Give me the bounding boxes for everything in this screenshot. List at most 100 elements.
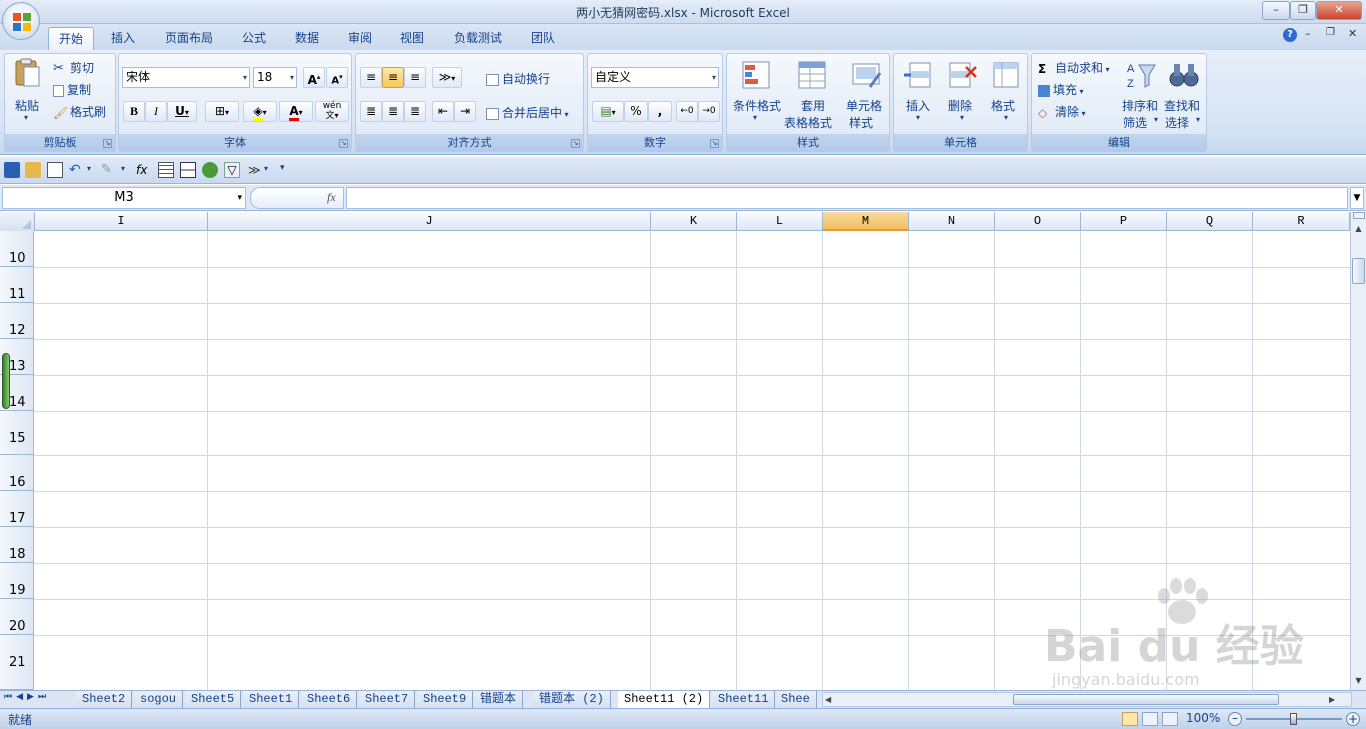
doc-minimize-icon[interactable]: – [1305, 27, 1311, 40]
clear-button[interactable]: ◇ 清除 ▾ [1038, 103, 1086, 120]
sheet-nav-icons[interactable]: ⏮◀▶⏭ [4, 692, 50, 702]
font-color-button[interactable]: A▾ [279, 101, 313, 122]
column-header-R[interactable]: R [1253, 212, 1350, 231]
normal-view-icon[interactable] [1122, 712, 1138, 726]
scroll-right-icon[interactable]: ▶ [1329, 693, 1335, 706]
print-preview-icon[interactable] [47, 162, 63, 178]
tab-team[interactable]: 团队 [521, 27, 565, 50]
row-header-10[interactable]: 10 [0, 231, 34, 267]
row-header-12[interactable]: 12 [0, 303, 34, 339]
sheet-tab-sogou[interactable]: sogou [134, 691, 184, 708]
increase-indent-button[interactable]: ⇥ [454, 101, 476, 122]
page-layout-view-icon[interactable] [1142, 712, 1158, 726]
insert-cells-button[interactable]: 插入 ▾ [898, 57, 938, 127]
align-middle-button[interactable]: ≡ [382, 67, 404, 88]
fill-color-button[interactable]: ◈▾ [243, 101, 277, 122]
tab-formulas[interactable]: 公式 [232, 27, 276, 50]
row-header-15[interactable]: 15 [0, 411, 34, 455]
number-launcher-icon[interactable]: ↘ [710, 139, 719, 148]
sheet-tab-sheet7[interactable]: Sheet7 [359, 691, 416, 708]
scroll-down-icon[interactable]: ▼ [1352, 674, 1365, 688]
sheet-tab-shee[interactable]: Shee [777, 691, 817, 708]
tab-page-layout[interactable]: 页面布局 [155, 27, 223, 50]
orientation-dropdown-icon[interactable]: ▾ [264, 164, 268, 173]
sheet-tab-sheet9[interactable]: Sheet9 [417, 691, 474, 708]
undo-icon[interactable]: ↶ [69, 162, 85, 178]
find-select-button[interactable]: 查找和 选择 ▾ [1162, 57, 1206, 130]
vertical-scrollbar[interactable]: ▲ ▼ [1350, 212, 1366, 690]
split-box-handle[interactable] [1353, 212, 1365, 219]
fx-icon[interactable]: fx [327, 190, 336, 205]
underline-button[interactable]: U▾ [167, 101, 197, 122]
bold-button[interactable]: B [123, 101, 145, 122]
font-size-select[interactable]: 18 ▾ [253, 67, 297, 88]
vertical-scroll-thumb[interactable] [1352, 258, 1365, 284]
customize-qat-icon[interactable]: ▾ [280, 163, 285, 173]
alignment-launcher-icon[interactable]: ↘ [571, 139, 580, 148]
paste-dropdown-icon[interactable]: ▾ [24, 113, 28, 122]
italic-button[interactable]: I [145, 101, 167, 122]
edit-dropdown-icon[interactable]: ▾ [121, 164, 125, 173]
sheet-tab-sheet1[interactable]: Sheet1 [243, 691, 300, 708]
row-header-11[interactable]: 11 [0, 267, 34, 303]
horizontal-scroll-thumb[interactable] [1013, 694, 1279, 705]
sheet-tab-sheet11[interactable]: Sheet11 [712, 691, 776, 708]
tab-view[interactable]: 视图 [390, 27, 434, 50]
cell-styles-button[interactable]: 单元格 样式 [843, 57, 889, 130]
row-header-21[interactable]: 21 [0, 635, 34, 690]
doc-close-icon[interactable]: ✕ [1348, 27, 1357, 40]
side-slider-handle[interactable] [2, 353, 10, 409]
clipboard-launcher-icon[interactable]: ↘ [103, 139, 112, 148]
scroll-up-icon[interactable]: ▲ [1352, 222, 1365, 236]
tab-data[interactable]: 数据 [285, 27, 329, 50]
format-as-table-button[interactable]: 套用 表格格式 [784, 57, 839, 130]
sheet-tab-sheet6[interactable]: Sheet6 [301, 691, 358, 708]
sheet-tab-sheet2[interactable]: Sheet2 [76, 691, 133, 708]
formula-input[interactable] [346, 187, 1348, 209]
help-icon[interactable]: ? [1283, 28, 1297, 42]
font-launcher-icon[interactable]: ↘ [339, 139, 348, 148]
scroll-left-icon[interactable]: ◀ [825, 693, 831, 706]
align-left-button[interactable]: ≣ [360, 101, 382, 122]
shrink-font-button[interactable]: A▾ [326, 67, 348, 88]
currency-button[interactable]: ▤▾ [592, 101, 624, 122]
fill-button[interactable]: 填充 ▾ [1038, 81, 1084, 98]
align-center-button[interactable]: ≣ [382, 101, 404, 122]
orientation-button[interactable]: ≫▾ [432, 67, 462, 88]
column-header-M[interactable]: M [823, 212, 909, 231]
split-icon[interactable] [180, 162, 196, 178]
row-header-16[interactable]: 16 [0, 455, 34, 491]
cut-button[interactable]: ✂ 剪切 [53, 59, 94, 76]
column-header-P[interactable]: P [1081, 212, 1167, 231]
sheet-tab-sheet5[interactable]: Sheet5 [185, 691, 242, 708]
minimize-button[interactable]: – [1262, 1, 1290, 20]
sort-filter-button[interactable]: AZ 排序和 筛选 ▾ [1120, 57, 1162, 130]
decrease-decimal-button[interactable]: →0 [698, 101, 720, 122]
column-header-Q[interactable]: Q [1167, 212, 1253, 231]
font-name-select[interactable]: 宋体 ▾ [122, 67, 250, 88]
row-header-18[interactable]: 18 [0, 527, 34, 563]
wrap-text-button[interactable]: 自动换行 [486, 70, 550, 87]
orientation-icon[interactable]: ≫ [248, 162, 264, 178]
expand-formula-icon[interactable]: ▼ [1350, 187, 1364, 209]
increase-decimal-button[interactable]: ←0 [676, 101, 698, 122]
grow-font-button[interactable]: A▴ [303, 67, 325, 88]
merge-center-button[interactable]: 合并后居中 ▾ [486, 104, 569, 121]
align-top-button[interactable]: ≡ [360, 67, 382, 88]
zoom-level[interactable]: 100% [1186, 711, 1220, 725]
borders-button[interactable]: ⊞▾ [205, 101, 239, 122]
grid-icon[interactable] [158, 162, 174, 178]
row-header-17[interactable]: 17 [0, 491, 34, 527]
column-header-K[interactable]: K [651, 212, 737, 231]
undo-dropdown-icon[interactable]: ▾ [87, 164, 91, 173]
column-header-J[interactable]: J [208, 212, 651, 231]
number-format-select[interactable]: 自定义 ▾ [591, 67, 719, 88]
phonetic-button[interactable]: wén 文▾ [315, 101, 349, 122]
format-painter-button[interactable]: 🖌 格式刷 [53, 103, 106, 120]
row-header-20[interactable]: 20 [0, 599, 34, 635]
doc-restore-icon[interactable]: ❐ [1326, 27, 1335, 38]
align-bottom-button[interactable]: ≡ [404, 67, 426, 88]
comma-button[interactable]: , [648, 101, 672, 122]
tab-review[interactable]: 审阅 [338, 27, 382, 50]
row-header-19[interactable]: 19 [0, 563, 34, 599]
